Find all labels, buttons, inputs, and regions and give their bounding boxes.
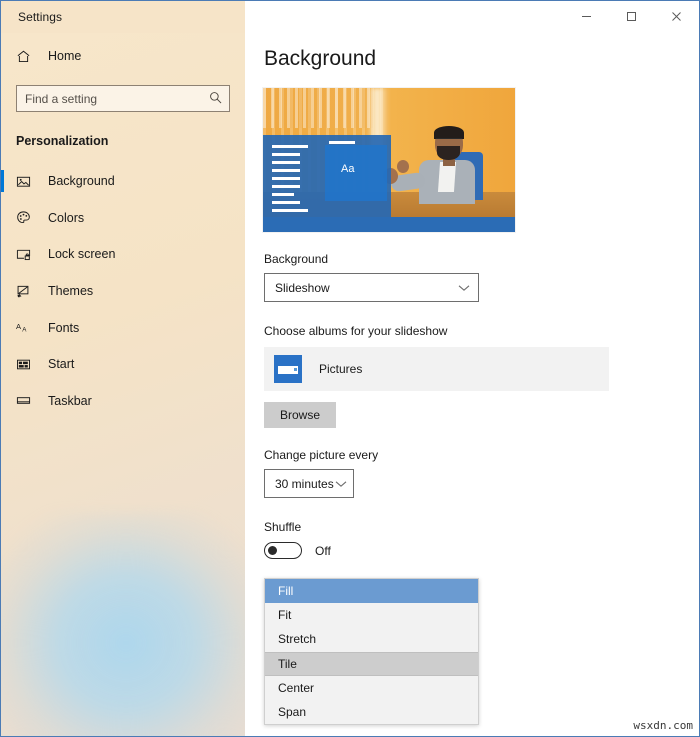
fit-dropdown-list[interactable]: Fill Fit Stretch Tile Center Span <box>264 578 479 726</box>
search-icon[interactable] <box>209 91 222 109</box>
sidebar-item-home[interactable]: Home <box>1 41 245 71</box>
sidebar-item-background[interactable]: Background <box>1 163 245 200</box>
browse-button[interactable]: Browse <box>264 402 336 428</box>
sidebar-item-fonts-label: Fonts <box>48 320 80 335</box>
sidebar-item-background-label: Background <box>48 174 115 189</box>
sidebar-item-fonts[interactable]: A A Fonts <box>1 309 245 346</box>
album-name: Pictures <box>319 362 363 376</box>
maximize-button[interactable] <box>609 1 654 32</box>
themes-icon <box>16 284 42 299</box>
search-box[interactable] <box>16 85 230 112</box>
picture-icon <box>16 174 42 189</box>
home-icon <box>16 49 42 64</box>
fit-option-fill[interactable]: Fill <box>265 579 478 604</box>
sidebar-item-themes-label: Themes <box>48 284 94 299</box>
minimize-button[interactable] <box>564 1 609 32</box>
sidebar-item-colors[interactable]: Colors <box>1 200 245 237</box>
close-button[interactable] <box>654 1 699 32</box>
title-bar-left: Settings <box>1 1 245 33</box>
lock-screen-icon <box>16 247 42 262</box>
taskbar-icon <box>16 393 42 408</box>
fit-option-center[interactable]: Center <box>265 676 478 700</box>
background-type-value: Slideshow <box>275 280 330 295</box>
shuffle-toggle[interactable] <box>264 542 302 559</box>
interval-dropdown[interactable]: 30 minutes <box>264 469 354 498</box>
background-preview: Aa <box>263 88 515 232</box>
preview-person-shirt <box>437 162 457 192</box>
preview-tile <box>325 145 387 201</box>
navigation-sidebar: Home Personalization <box>1 33 245 736</box>
search-input[interactable] <box>17 85 205 112</box>
fit-option-span[interactable]: Span <box>265 700 478 724</box>
fit-option-fit[interactable]: Fit <box>265 603 478 627</box>
window-controls <box>245 1 699 33</box>
sidebar-item-home-label: Home <box>48 49 82 63</box>
sidebar-item-start[interactable]: Start <box>1 346 245 383</box>
preview-person-hand-2 <box>397 160 409 173</box>
selection-indicator <box>1 170 4 192</box>
preview-tile-bar <box>329 141 355 144</box>
toggle-knob <box>268 546 277 555</box>
sidebar-item-themes[interactable]: Themes <box>1 273 245 310</box>
shuffle-label: Shuffle <box>264 520 302 534</box>
start-tiles-icon <box>16 357 42 372</box>
preview-person-beard <box>437 146 460 160</box>
background-label: Background <box>264 252 329 266</box>
sidebar-item-lock-screen[interactable]: Lock screen <box>1 236 245 273</box>
sidebar-item-lock-screen-label: Lock screen <box>48 247 116 262</box>
sidebar-section-title: Personalization <box>16 134 109 148</box>
fit-option-tile[interactable]: Tile <box>265 651 478 676</box>
fonts-icon: A A <box>16 320 42 335</box>
album-list-item[interactable]: Pictures <box>264 347 609 391</box>
preview-tile-text: Aa <box>341 163 355 175</box>
title-bar: Settings <box>1 1 699 33</box>
acrylic-glow <box>1 513 245 736</box>
interval-label: Change picture every <box>264 448 379 462</box>
shuffle-toggle-row: Off <box>264 542 699 559</box>
sidebar-nav-list: Background Colors Lock screen Themes A A… <box>1 163 245 419</box>
sidebar-item-taskbar-label: Taskbar <box>48 393 92 408</box>
svg-text:A: A <box>16 322 22 331</box>
settings-window: Settings Home Find a setting Personaliza… <box>0 0 700 737</box>
interval-value: 30 minutes <box>275 476 334 491</box>
window-title: Settings <box>18 10 63 24</box>
folder-icon <box>274 355 302 383</box>
page-title: Background <box>264 47 377 70</box>
preview-taskbar <box>263 217 515 232</box>
svg-text:A: A <box>22 327 27 334</box>
sidebar-item-taskbar[interactable]: Taskbar <box>1 383 245 420</box>
watermark: wsxdn.com <box>633 719 693 732</box>
chevron-down-icon <box>458 284 470 292</box>
albums-label: Choose albums for your slideshow <box>264 324 448 338</box>
chevron-down-icon <box>335 480 347 488</box>
background-type-dropdown[interactable]: Slideshow <box>264 273 479 302</box>
palette-icon <box>16 210 42 225</box>
preview-person-glasses <box>436 138 462 144</box>
fit-option-stretch[interactable]: Stretch <box>265 627 478 651</box>
shuffle-state-label: Off <box>315 543 331 558</box>
sidebar-item-start-label: Start <box>48 357 75 372</box>
sidebar-item-colors-label: Colors <box>48 210 85 225</box>
preview-blinds <box>263 88 373 128</box>
